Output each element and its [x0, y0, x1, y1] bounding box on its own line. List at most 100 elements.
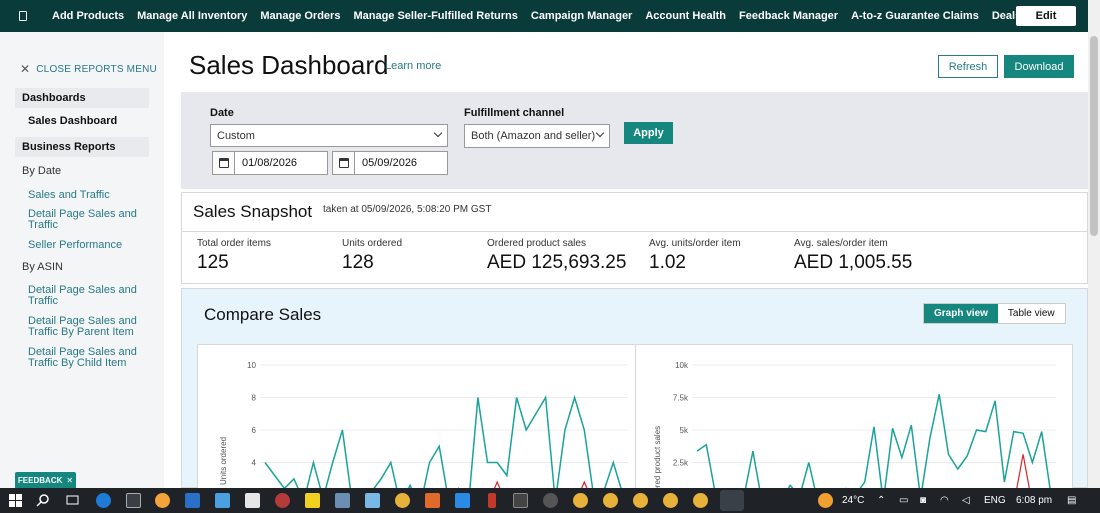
- compare-sales-title: Compare Sales: [204, 305, 322, 324]
- fulfillment-channel-value: Both (Amazon and seller): [471, 130, 596, 142]
- metric-value: AED 125,693.25: [487, 252, 627, 273]
- nav-account-health[interactable]: Account Health: [645, 10, 726, 22]
- sidebar-item-sales-dashboard[interactable]: Sales Dashboard: [28, 115, 117, 127]
- app-icon[interactable]: [365, 493, 380, 508]
- ordered-product-sales-chart: 10k 7.5k 5k 2.5k Ordered product sales: [653, 361, 1056, 490]
- metric-label: Avg. units/order item: [649, 238, 741, 249]
- volume-icon[interactable]: ◁: [962, 495, 970, 506]
- series-line: [1015, 454, 1031, 490]
- clock[interactable]: 6:08 pm: [1016, 495, 1052, 506]
- learn-more-link[interactable]: Learn more: [385, 60, 441, 72]
- compare-sales-panel: Compare Sales Graph view Table view 10 8 6…: [181, 288, 1088, 490]
- file-explorer-icon[interactable]: [215, 493, 230, 508]
- sidebar-link-asin-child-item[interactable]: Detail Page Sales and Traffic By Child I…: [28, 347, 138, 369]
- camera-icon[interactable]: ◙: [920, 495, 926, 506]
- sidebar-section-business-reports: Business Reports: [15, 137, 149, 157]
- app-icon[interactable]: [513, 493, 528, 508]
- table-view-button[interactable]: Table view: [997, 304, 1065, 323]
- fulfillment-channel-select[interactable]: Both (Amazon and seller): [464, 124, 610, 148]
- app-icon[interactable]: [335, 493, 350, 508]
- windows-start-icon[interactable]: [8, 493, 23, 508]
- metric-label: Total order items: [197, 238, 271, 249]
- sidebar-link-asin-parent-item[interactable]: Detail Page Sales and Traffic By Parent …: [28, 316, 138, 338]
- chevron-down-icon: [595, 128, 605, 138]
- y-tick-label: 7.5k: [673, 394, 689, 403]
- github-icon[interactable]: [543, 493, 558, 508]
- app-icon[interactable]: [488, 493, 496, 508]
- sticky-notes-icon[interactable]: [305, 493, 320, 508]
- nav-manage-returns[interactable]: Manage Seller-Fulfilled Returns: [353, 10, 517, 22]
- wifi-icon[interactable]: ◠: [940, 495, 949, 506]
- search-icon[interactable]: [36, 493, 51, 508]
- chevron-down-icon: [433, 128, 443, 138]
- nav-manage-all-inventory[interactable]: Manage All Inventory: [137, 10, 247, 22]
- units-ordered-chart: 10 8 6 4 Units ordered: [219, 361, 628, 490]
- chrome-active-icon[interactable]: [720, 490, 744, 511]
- sidebar-link-detail-page-sales[interactable]: Detail Page Sales and Traffic: [28, 209, 138, 231]
- date-range-select[interactable]: Custom: [210, 124, 448, 147]
- sidebar-link-seller-performance[interactable]: Seller Performance: [28, 240, 138, 251]
- chrome-icon[interactable]: [573, 493, 588, 508]
- app-icon[interactable]: [185, 493, 200, 508]
- task-view-icon[interactable]: [65, 493, 80, 508]
- y-tick-label: 2.5k: [673, 459, 689, 468]
- calendar-icon[interactable]: [213, 152, 235, 174]
- page-scrollbar[interactable]: [1088, 0, 1100, 488]
- bookmark-icon[interactable]: [16, 9, 30, 23]
- y-axis-label: Units ordered: [219, 437, 228, 485]
- start-date-input[interactable]: 01/08/2026: [212, 151, 328, 175]
- sidebar-link-sales-and-traffic[interactable]: Sales and Traffic: [28, 190, 138, 201]
- app-icon[interactable]: [126, 493, 141, 508]
- feedback-tab[interactable]: FEEDBACK ✕: [15, 472, 76, 488]
- refresh-button[interactable]: Refresh: [938, 55, 998, 78]
- y-tick-label: 4: [252, 459, 257, 468]
- chrome-icon[interactable]: [633, 493, 648, 508]
- chrome-icon[interactable]: [693, 493, 708, 508]
- y-axis-label: Ordered product sales: [653, 426, 662, 490]
- edge-icon[interactable]: [96, 493, 111, 508]
- app-icon[interactable]: [155, 493, 170, 508]
- end-date-input[interactable]: 05/09/2026: [332, 151, 448, 175]
- edit-button[interactable]: Edit: [1016, 6, 1076, 26]
- apply-button[interactable]: Apply: [624, 122, 673, 144]
- snapshot-title: Sales Snapshot: [193, 202, 313, 221]
- sidebar-section-dashboards: Dashboards: [15, 88, 149, 108]
- nav-atoz-claims[interactable]: A-to-z Guarantee Claims: [851, 10, 979, 22]
- close-reports-menu-link[interactable]: ✕ CLOSE REPORTS MENU: [20, 62, 157, 76]
- battery-icon[interactable]: ▭: [899, 495, 908, 506]
- download-button[interactable]: Download: [1004, 55, 1074, 78]
- language-indicator[interactable]: ENG: [984, 495, 1006, 506]
- feedback-label: FEEDBACK: [17, 475, 63, 485]
- nav-feedback-manager[interactable]: Feedback Manager: [739, 10, 838, 22]
- nav-campaign-manager[interactable]: Campaign Manager: [531, 10, 632, 22]
- nav-add-products[interactable]: Add Products: [52, 10, 124, 22]
- vscode-icon[interactable]: [455, 493, 470, 508]
- close-icon[interactable]: ✕: [66, 476, 73, 485]
- top-nav-bar: Add Products Manage All Inventory Manage…: [0, 0, 1088, 32]
- fulfillment-channel-label: Fulfillment channel: [464, 107, 565, 119]
- chrome-icon[interactable]: [603, 493, 618, 508]
- start-date-value: 01/08/2026: [242, 157, 298, 169]
- metric-total-order-items: Total order items 125: [197, 238, 271, 274]
- app-icon[interactable]: [425, 493, 440, 508]
- chevron-up-icon[interactable]: ⌃: [877, 495, 885, 506]
- weather-temp[interactable]: 24°C: [842, 495, 864, 506]
- y-tick-label: 8: [252, 394, 257, 403]
- metric-value: 1.02: [649, 252, 686, 273]
- close-menu-label: CLOSE REPORTS MENU: [36, 63, 157, 75]
- chrome-icon[interactable]: [663, 493, 678, 508]
- app-icon[interactable]: [275, 493, 290, 508]
- store-icon[interactable]: [245, 493, 260, 508]
- nav-manage-orders[interactable]: Manage Orders: [260, 10, 340, 22]
- metric-value: AED 1,005.55: [794, 252, 913, 273]
- weather-icon[interactable]: [818, 493, 833, 508]
- chrome-icon[interactable]: [395, 493, 410, 508]
- calendar-icon[interactable]: [333, 152, 355, 174]
- notifications-icon[interactable]: ▤: [1067, 495, 1076, 506]
- sidebar-link-asin-detail-page[interactable]: Detail Page Sales and Traffic: [28, 285, 138, 307]
- scrollbar-thumb[interactable]: [1090, 36, 1098, 236]
- date-range-value: Custom: [217, 129, 255, 142]
- sales-snapshot: Sales Snapshot taken at 05/09/2026, 5:08…: [181, 192, 1088, 284]
- metric-label: Ordered product sales: [487, 238, 586, 249]
- graph-view-button[interactable]: Graph view: [924, 304, 998, 323]
